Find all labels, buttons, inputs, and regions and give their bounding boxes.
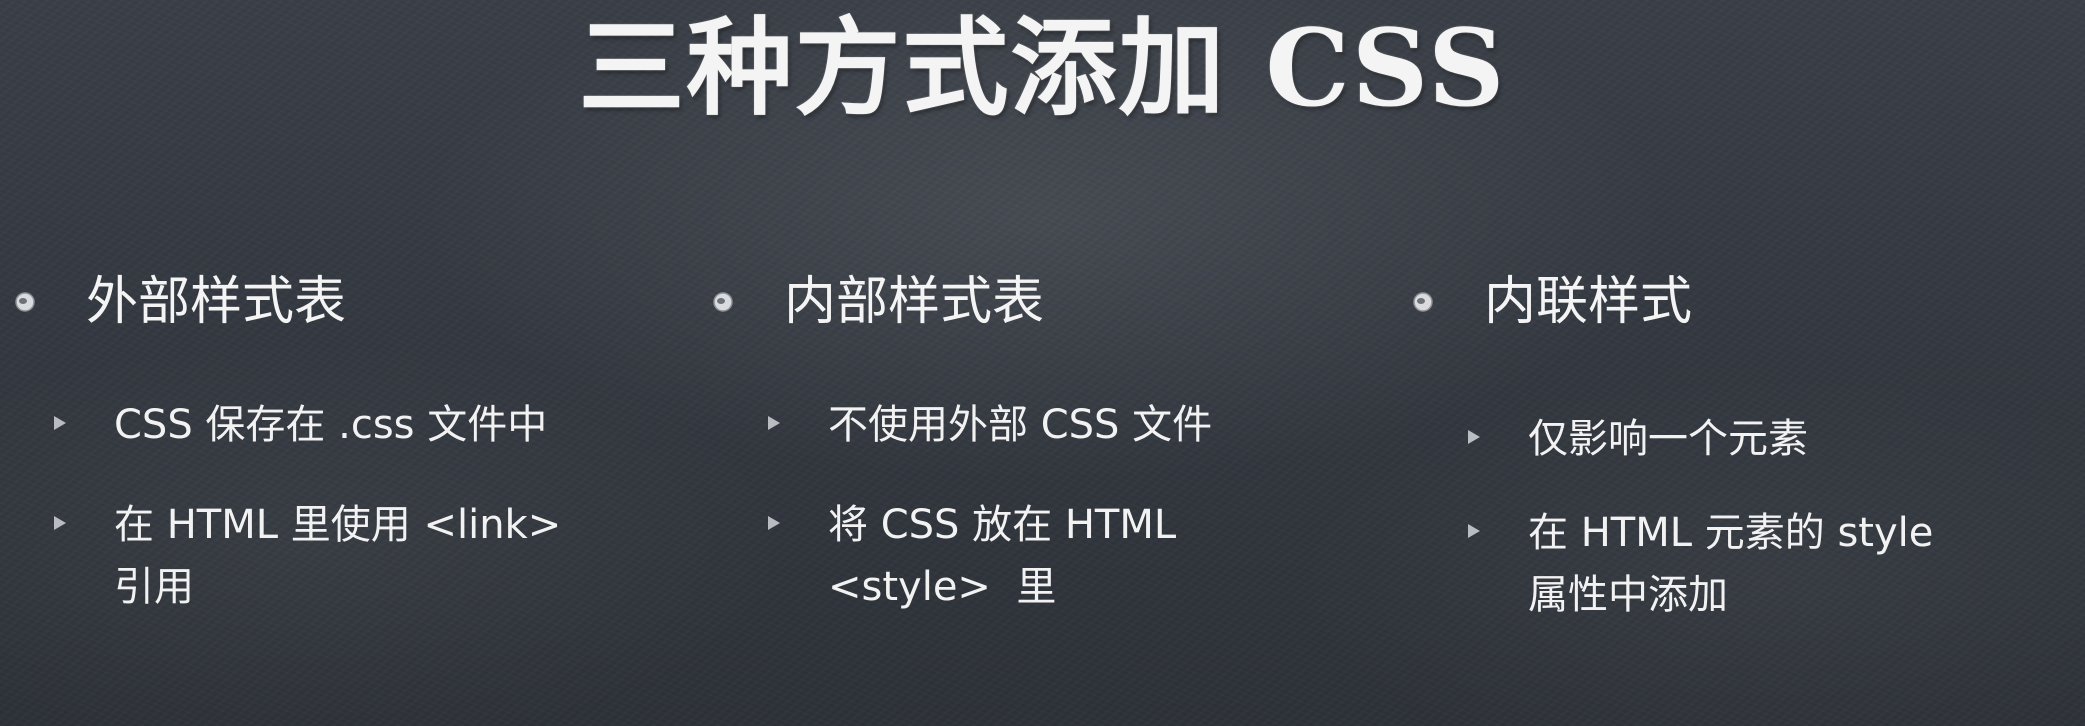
column-heading-text: 外部样式表 (86, 272, 347, 332)
slide-title: 三种方式添加 CSS (578, 5, 1507, 130)
triangle-bullet-icon (768, 516, 780, 530)
triangle-bullet-icon (1468, 524, 1480, 538)
list-item: 将 CSS 放在 HTML <style> 里 (768, 494, 1328, 618)
list-item-text: 仅影响一个元素 (1528, 416, 1808, 462)
list-item: 在 HTML 元素的 style 属性中添加 (1468, 502, 2028, 626)
list-item-text: 不使用外部 CSS 文件 (828, 402, 1213, 448)
list-item-text: 在 HTML 元素的 style 属性中添加 (1528, 510, 1934, 618)
column-heading: 内联样式 (1412, 262, 1692, 342)
list-item: 在 HTML 里使用 <link> 引用 (54, 494, 614, 618)
list-item-text: 在 HTML 里使用 <link> 引用 (114, 502, 562, 610)
column-external-stylesheet: 外部样式表 CSS 保存在 .css 文件中 在 HTML 里使用 <link>… (14, 262, 561, 610)
column-heading-text: 内部样式表 (784, 272, 1045, 332)
round-bullet-icon (1413, 292, 1433, 312)
column-heading: 内部样式表 (712, 262, 1044, 342)
list-item: 不使用外部 CSS 文件 (768, 394, 1328, 456)
round-bullet-icon (15, 292, 35, 312)
list-item: CSS 保存在 .css 文件中 (54, 394, 614, 456)
triangle-bullet-icon (54, 516, 66, 530)
triangle-bullet-icon (768, 416, 780, 430)
column-inline-style: 内联样式 仅影响一个元素 在 HTML 元素的 style 属性中添加 (1412, 262, 1933, 618)
column-heading: 外部样式表 (14, 262, 346, 342)
list-item-text: CSS 保存在 .css 文件中 (114, 402, 548, 448)
list-item: 仅影响一个元素 (1468, 408, 2028, 470)
list-item-text: 将 CSS 放在 HTML <style> 里 (828, 502, 1177, 610)
triangle-bullet-icon (1468, 430, 1480, 444)
column-internal-stylesheet: 内部样式表 不使用外部 CSS 文件 将 CSS 放在 HTML <style>… (712, 262, 1212, 610)
round-bullet-icon (713, 292, 733, 312)
triangle-bullet-icon (54, 416, 66, 430)
column-heading-text: 内联样式 (1484, 272, 1693, 332)
